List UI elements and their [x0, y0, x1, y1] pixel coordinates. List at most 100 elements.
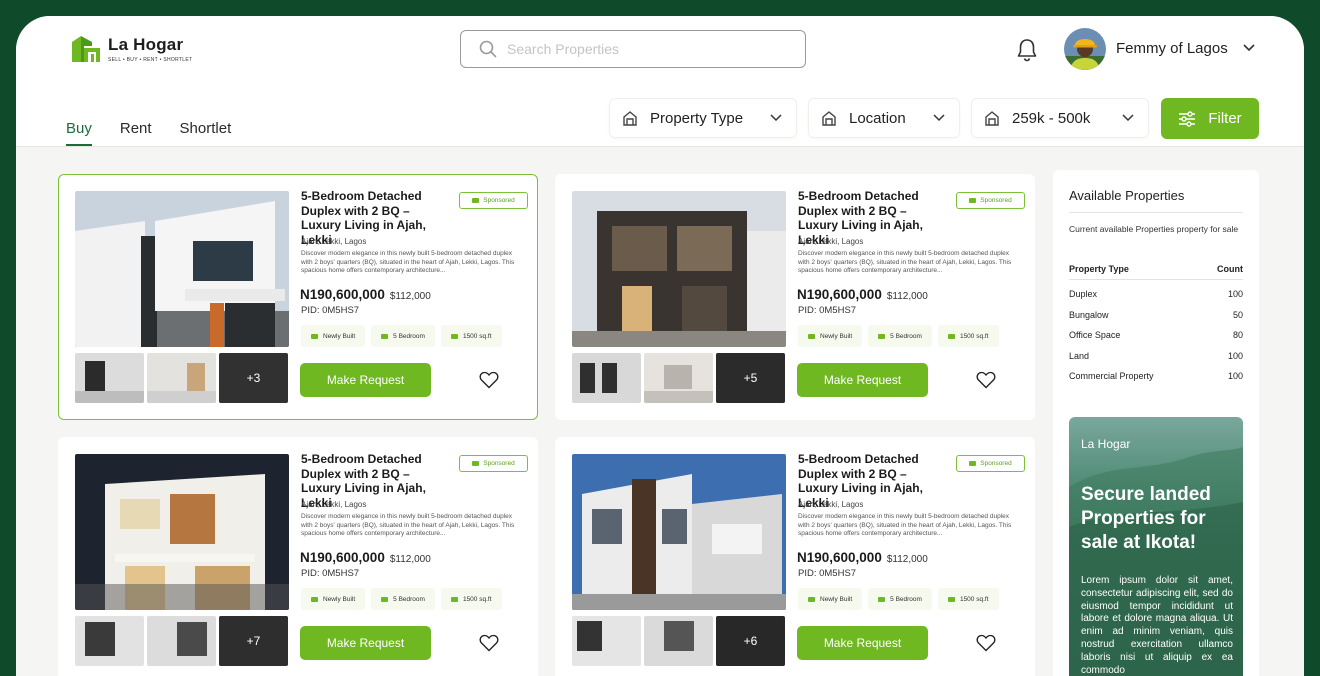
notification-bell-icon[interactable]	[1016, 38, 1038, 62]
listing-price-usd: $112,000	[886, 291, 928, 302]
price-range-dropdown[interactable]: 259k - 500k	[971, 98, 1149, 138]
property-type: Commercial Property	[1069, 371, 1154, 381]
listing-pid: PID: 0M5HS7	[798, 305, 857, 316]
property-photo[interactable]	[75, 191, 289, 347]
more-photos-thumbnail[interactable]: +7	[219, 616, 288, 666]
table-row[interactable]: Commercial Property 100	[1069, 371, 1243, 381]
listing-description: Discover modern elegance in this newly b…	[301, 250, 515, 274]
listing-location: Ajah, Lekki, Lagos	[798, 237, 864, 246]
make-request-button[interactable]: Make Request	[300, 626, 431, 660]
thumbnail[interactable]	[572, 616, 641, 666]
car-icon	[381, 596, 389, 602]
panel-subtitle: Current available Properties property fo…	[1069, 224, 1239, 234]
thumbnail[interactable]	[644, 616, 713, 666]
thumbnail[interactable]	[147, 353, 216, 403]
house-icon	[822, 111, 836, 126]
column-header: Property Type	[1069, 264, 1129, 274]
property-count: 100	[1227, 351, 1243, 361]
make-request-button[interactable]: Make Request	[797, 363, 928, 397]
price-block: N190,600,000 $112,000	[797, 287, 928, 302]
more-photos-count: +6	[716, 616, 785, 666]
feature-label: Newly Built	[820, 332, 853, 340]
property-photo[interactable]	[572, 454, 786, 610]
promo-body: Lorem ipsum dolor sit amet, consectetur …	[1081, 575, 1233, 676]
car-icon	[969, 198, 977, 203]
listing-card[interactable]: +7 5-Bedroom Detached Duplex with 2 BQ –…	[58, 437, 538, 676]
thumbnail[interactable]	[75, 353, 144, 403]
property-count: 100	[1227, 371, 1243, 381]
app-window: La Hogar SELL • BUY • RENT • SHORTLET Fe…	[16, 16, 1304, 676]
property-type-dropdown[interactable]: Property Type	[609, 98, 797, 138]
sponsored-badge: Sponsored	[459, 455, 528, 472]
filter-button[interactable]: Filter	[1161, 98, 1259, 139]
tab-rent[interactable]: Rent	[120, 120, 152, 146]
heart-icon[interactable]	[976, 371, 996, 389]
table-row[interactable]: Land 100	[1069, 351, 1243, 361]
heart-icon[interactable]	[479, 634, 499, 652]
thumbnail[interactable]	[75, 616, 144, 666]
more-photos-thumbnail[interactable]: +3	[219, 353, 288, 403]
car-icon	[878, 333, 886, 339]
feature-chip: Newly Built	[798, 325, 863, 347]
chevron-down-icon[interactable]	[1242, 43, 1256, 53]
more-photos-thumbnail[interactable]: +5	[716, 353, 785, 403]
heart-icon[interactable]	[479, 371, 499, 389]
feature-chip: 1500 sq.ft	[937, 325, 999, 347]
tab-shortlet[interactable]: Shortlet	[180, 120, 232, 146]
tab-buy[interactable]: Buy	[66, 120, 92, 146]
car-icon	[969, 461, 977, 466]
property-photo[interactable]	[75, 454, 289, 610]
price-block: N190,600,000 $112,000	[300, 287, 431, 302]
feature-chip: Newly Built	[798, 588, 863, 610]
thumbnail[interactable]	[644, 353, 713, 403]
table-row[interactable]: Duplex 100	[1069, 289, 1243, 299]
listing-description: Discover modern elegance in this newly b…	[798, 250, 1012, 274]
table-row[interactable]: Office Space 80	[1069, 330, 1243, 340]
location-dropdown[interactable]: Location	[808, 98, 960, 138]
feature-label: Newly Built	[820, 595, 853, 603]
feature-label: 5 Bedroom	[393, 595, 425, 603]
feature-label: 5 Bedroom	[890, 332, 922, 340]
search-input[interactable]	[507, 41, 787, 57]
make-request-button[interactable]: Make Request	[300, 363, 431, 397]
feature-chip: 1500 sq.ft	[440, 588, 502, 610]
property-photo[interactable]	[572, 191, 786, 347]
make-request-button[interactable]: Make Request	[797, 626, 928, 660]
feature-chips: Newly Built 5 Bedroom 1500 sq.ft	[798, 325, 1005, 347]
filter-label: Filter	[1208, 110, 1242, 127]
brand-logo[interactable]: La Hogar SELL • BUY • RENT • SHORTLET	[70, 32, 192, 66]
listing-pid: PID: 0M5HS7	[798, 568, 857, 579]
feature-chip: 5 Bedroom	[371, 588, 435, 610]
feature-chips: Newly Built 5 Bedroom 1500 sq.ft	[301, 588, 508, 610]
more-photos-thumbnail[interactable]: +6	[716, 616, 785, 666]
listing-card[interactable]: +5 5-Bedroom Detached Duplex with 2 BQ –…	[555, 174, 1035, 420]
thumbnail[interactable]	[572, 353, 641, 403]
property-count: 100	[1227, 289, 1243, 299]
avatar[interactable]	[1064, 28, 1106, 70]
thumbnail[interactable]	[147, 616, 216, 666]
promo-headline: Secure landed Properties for sale at Iko…	[1081, 484, 1211, 553]
listing-price-usd: $112,000	[389, 291, 431, 302]
search-box[interactable]	[460, 30, 806, 68]
sponsored-badge: Sponsored	[956, 455, 1025, 472]
promo-banner[interactable]: La Hogar Secure landed Properties for sa…	[1069, 417, 1243, 676]
feature-label: Newly Built	[323, 595, 356, 603]
listing-card[interactable]: +6 5-Bedroom Detached Duplex with 2 BQ –…	[555, 437, 1035, 676]
heart-icon[interactable]	[976, 634, 996, 652]
car-icon	[450, 596, 458, 602]
listing-description: Discover modern elegance in this newly b…	[798, 513, 1012, 537]
feature-chips: Newly Built 5 Bedroom 1500 sq.ft	[301, 325, 508, 347]
table-row[interactable]: Bungalow 50	[1069, 310, 1243, 320]
property-type: Bungalow	[1069, 310, 1109, 320]
listing-card[interactable]: +3 5-Bedroom Detached Duplex with 2 BQ –…	[58, 174, 538, 420]
user-name[interactable]: Femmy of Lagos	[1116, 40, 1228, 57]
listing-price: N190,600,000	[300, 287, 385, 302]
property-count: 50	[1232, 310, 1243, 320]
photo-thumbnails: +3	[75, 353, 291, 403]
brand-tagline: SELL • BUY • RENT • SHORTLET	[108, 57, 193, 63]
sponsored-badge: Sponsored	[459, 192, 528, 209]
feature-label: 1500 sq.ft	[959, 595, 989, 603]
property-count: 80	[1232, 330, 1243, 340]
listing-pid: PID: 0M5HS7	[301, 305, 360, 316]
house-icon	[623, 111, 637, 126]
